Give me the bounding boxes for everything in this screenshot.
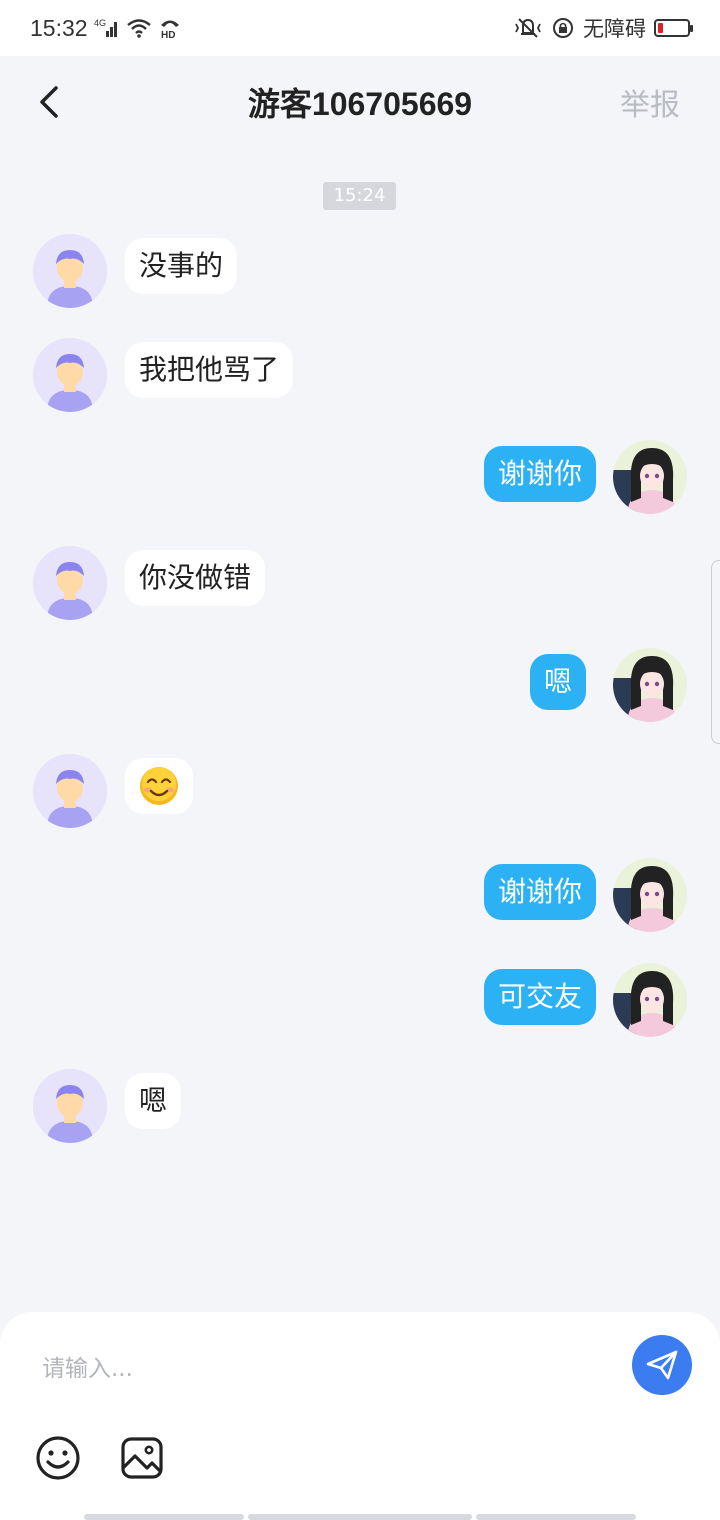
status-bar: 15:32 4G HD 无障碍 xyxy=(0,0,720,56)
contact-avatar[interactable] xyxy=(33,754,107,828)
message-bubble-outgoing[interactable]: 嗯 xyxy=(529,654,586,710)
report-button[interactable]: 举报 xyxy=(620,80,680,124)
message-row-incoming xyxy=(0,754,720,834)
hd-call-icon: HD xyxy=(158,16,182,40)
contact-avatar[interactable] xyxy=(33,234,107,308)
page-title: 游客106705669 xyxy=(247,86,473,122)
my-avatar[interactable] xyxy=(613,648,687,722)
chevron-left-icon xyxy=(40,86,58,118)
chat-header: 游客106705669 举报 xyxy=(0,56,720,148)
message-row-outgoing: 谢谢你 xyxy=(0,440,720,522)
message-row-incoming: 我把他骂了 xyxy=(0,338,720,418)
user-placeholder-icon xyxy=(33,754,107,828)
accessibility-label: 无障碍 xyxy=(583,17,646,41)
message-bubble-incoming[interactable] xyxy=(125,758,193,814)
user-placeholder-icon xyxy=(33,338,107,412)
message-bubble-outgoing[interactable]: 可交友 xyxy=(483,969,596,1025)
contact-avatar[interactable] xyxy=(33,338,107,412)
user-placeholder-icon xyxy=(33,1069,107,1143)
contact-avatar[interactable] xyxy=(33,1069,107,1143)
scroll-edge-indicator[interactable] xyxy=(711,560,720,744)
status-right: 无障碍 xyxy=(513,13,693,43)
anime-girl-avatar-icon xyxy=(613,963,687,1037)
nav-bar-segment xyxy=(476,1514,636,1520)
chat-message-list[interactable]: 15:24 没事的 我把他骂了 谢谢你 你没做错 嗯 谢谢你 可交友 嗯 xyxy=(0,148,720,1308)
chat-timestamp: 15:24 xyxy=(323,182,396,210)
anime-girl-avatar-icon xyxy=(613,858,687,932)
message-bubble-outgoing[interactable]: 谢谢你 xyxy=(483,446,596,502)
message-row-outgoing: 嗯 xyxy=(0,648,720,730)
message-row-incoming: 嗯 xyxy=(0,1069,720,1149)
paper-plane-icon xyxy=(646,1350,678,1380)
rotation-lock-icon xyxy=(551,16,575,40)
status-time: 15:32 xyxy=(30,14,88,41)
nav-bar-segment xyxy=(84,1514,244,1520)
my-avatar[interactable] xyxy=(613,440,687,514)
anime-girl-avatar-icon xyxy=(613,440,687,514)
message-row-outgoing: 谢谢你 xyxy=(0,858,720,940)
back-button[interactable] xyxy=(30,82,70,122)
message-bubble-incoming[interactable]: 没事的 xyxy=(125,238,238,294)
smiling-face-emoji-icon xyxy=(140,767,178,805)
message-bubble-incoming[interactable]: 你没做错 xyxy=(125,550,266,606)
message-bubble-incoming[interactable]: 嗯 xyxy=(125,1073,182,1129)
smiley-face-icon xyxy=(36,1436,80,1480)
image-icon xyxy=(121,1437,163,1479)
vibrate-icon xyxy=(513,16,543,40)
message-row-incoming: 没事的 xyxy=(0,234,720,314)
contact-avatar[interactable] xyxy=(33,546,107,620)
send-button[interactable] xyxy=(632,1335,692,1395)
message-input-panel xyxy=(0,1312,720,1520)
battery-icon xyxy=(654,19,693,37)
cellular-signal-icon: 4G xyxy=(94,17,120,39)
user-placeholder-icon xyxy=(33,546,107,620)
anime-girl-avatar-icon xyxy=(613,648,687,722)
network-type-text: 4G xyxy=(94,18,106,28)
status-left: 15:32 4G HD xyxy=(30,15,182,42)
message-row-incoming: 你没做错 xyxy=(0,546,720,626)
hd-text: HD xyxy=(161,30,175,40)
message-row-outgoing: 可交友 xyxy=(0,963,720,1045)
emoji-button[interactable] xyxy=(34,1434,82,1482)
my-avatar[interactable] xyxy=(613,858,687,932)
message-input[interactable] xyxy=(28,1342,636,1396)
message-bubble-incoming[interactable]: 我把他骂了 xyxy=(125,342,294,398)
wifi-icon xyxy=(126,17,152,39)
user-placeholder-icon xyxy=(33,234,107,308)
image-button[interactable] xyxy=(118,1434,166,1482)
nav-bar-segment xyxy=(248,1514,472,1520)
message-bubble-outgoing[interactable]: 谢谢你 xyxy=(483,864,596,920)
my-avatar[interactable] xyxy=(613,963,687,1037)
